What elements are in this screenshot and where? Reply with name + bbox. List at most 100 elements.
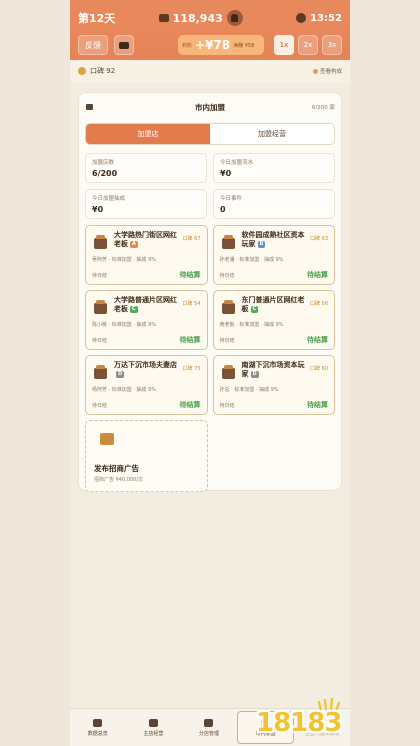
app-screen: 第12天 118,943 13:52 反馈 到账 +¥78 净赚 ¥58 1x … — [70, 0, 350, 746]
money-display: 118,943 — [158, 10, 243, 26]
store-grade-badge: A — [130, 241, 138, 248]
store-owner-info: 陈小敏 · 标准加盟 · 抽成 9% — [92, 322, 157, 328]
store-owner-info: 孙总 · 标准加盟 · 抽成 9% — [219, 387, 279, 393]
game-clock: 13:52 — [296, 13, 342, 24]
nav-label: 主店经营 — [143, 730, 164, 737]
franchise-store-grid: 大学路热门街区网红老板 A 口碑 67 吴阿芳 · 标准加盟 · 抽成 9% 待日… — [85, 225, 335, 492]
nav-label: 分店管理 — [198, 730, 219, 737]
tab-franchise-stores[interactable]: 加盟店 — [86, 124, 210, 144]
store-settle-status: 待结算 — [307, 401, 328, 409]
franchise-panel: 市内加盟 6/200 家 加盟店 加盟经营 加盟店数 6/200 今日加盟流水 … — [78, 92, 342, 492]
store-name: 大学路热门街区网红老板 A — [114, 231, 177, 248]
nav-item-branch[interactable]: 分店管理 — [181, 709, 237, 746]
store-reputation: 口碑 63 — [310, 236, 328, 242]
stat-label: 今日加盟抽成 — [92, 196, 126, 202]
income-net: 净赚 ¥58 — [233, 42, 255, 49]
store-name: 南湖下沉市场资本玩家 D — [241, 361, 305, 378]
reputation-icon — [78, 67, 86, 75]
stat-store-count: 加盟店数 6/200 — [85, 153, 207, 183]
speed-3x-button[interactable]: 3x — [322, 35, 342, 55]
shop-icon — [86, 104, 93, 110]
store-name: 软件园成熟社区资本玩家 B — [241, 231, 305, 248]
franchise-store-card[interactable]: 万达下沉市场夫妻店D 口碑 75 杨阿芳 · 标准加盟 · 抽成 9% 待日结 … — [85, 355, 208, 415]
delivery-button[interactable] — [114, 35, 134, 55]
view-composition-link[interactable]: 查看构成 — [312, 67, 342, 75]
nav-item-overview[interactable]: 数据总览 — [70, 709, 126, 746]
reputation-bar: 口碑 92 查看构成 — [70, 60, 350, 82]
stat-label: 加盟店数 — [92, 160, 115, 166]
store-name: 万达下沉市场夫妻店D — [114, 361, 177, 378]
store-pending-status: 待日结 — [92, 338, 108, 344]
panel-count: 6/200 家 — [311, 105, 335, 111]
store-pending-status: 待日结 — [219, 338, 235, 344]
store-grade-badge: D — [116, 371, 125, 378]
stat-today-revenue: 今日加盟流水 ¥0 — [213, 153, 335, 183]
money-value: 118,943 — [172, 11, 223, 25]
speed-2x-button[interactable]: 2x — [298, 35, 318, 55]
franchise-store-card[interactable]: 软件园成熟社区资本玩家 B 口碑 63 孙老潘 · 标准加盟 · 抽成 9% 待日… — [212, 225, 335, 285]
panel-title: 市内加盟 — [195, 102, 225, 112]
income-value: +¥78 — [195, 38, 231, 52]
store-grade-badge: C — [130, 306, 138, 313]
store-reputation: 口碑 54 — [182, 301, 201, 307]
store-name: 东门普通片区网红老板 C — [241, 296, 305, 313]
franchise-store-card[interactable]: 南湖下沉市场资本玩家 D 口碑 60 孙总 · 标准加盟 · 抽成 9% 待日结 … — [212, 355, 335, 415]
speed-1x-button[interactable]: 1x — [274, 35, 294, 55]
stat-label: 今日加盟流水 — [220, 160, 254, 166]
megaphone-icon — [100, 433, 114, 445]
stat-value: 0 — [220, 205, 226, 214]
store-reputation: 口碑 67 — [182, 236, 201, 242]
nav-label: 数据总览 — [87, 730, 108, 737]
store-settle-status: 待结算 — [179, 401, 201, 409]
chart-icon — [93, 718, 103, 727]
view-composition-label: 查看构成 — [319, 69, 342, 75]
publish-ad-card[interactable]: 发布招商广告 招商广告 ¥40,000/次 — [85, 420, 208, 492]
income-banner: 到账 +¥78 净赚 ¥58 — [178, 35, 264, 55]
stat-value: ¥0 — [220, 169, 232, 178]
store-owner-info: 吴阿芳 · 标准加盟 · 抽成 9% — [92, 257, 157, 263]
store-reputation: 口碑 56 — [310, 301, 328, 307]
franchise-store-card[interactable]: 大学路普通片区网红老板 C 口碑 54 陈小敏 · 标准加盟 · 抽成 9% 待日… — [85, 290, 208, 350]
store-owner-info: 孙老潘 · 标准加盟 · 抽成 9% — [219, 257, 284, 263]
store-pending-status: 待日结 — [92, 273, 108, 279]
store-settle-status: 待结算 — [179, 336, 201, 344]
store-reputation: 口碑 60 — [310, 366, 328, 372]
store-icon — [221, 235, 235, 249]
store-settle-status: 待结算 — [307, 271, 328, 279]
franchise-store-card[interactable]: 大学路热门街区网红老板 A 口碑 67 吴阿芳 · 标准加盟 · 抽成 9% 待日… — [85, 225, 208, 285]
wallet-icon — [158, 14, 169, 22]
site-watermark: 18183 — [252, 698, 344, 742]
store-icon — [94, 365, 107, 379]
stat-value: 6/200 — [92, 169, 118, 178]
store-icon — [221, 300, 235, 314]
store-grade-badge: D — [250, 371, 259, 378]
panel-header: 市内加盟 6/200 家 — [85, 99, 335, 115]
store-pending-status: 待日结 — [92, 403, 108, 409]
info-dot-icon — [312, 68, 318, 74]
store-settle-status: 待结算 — [179, 271, 201, 279]
top-header: 第12天 118,943 13:52 反馈 到账 +¥78 净赚 ¥58 1x … — [70, 0, 350, 60]
tab-franchise-operations[interactable]: 加盟经营 — [210, 124, 334, 144]
store-pending-status: 待日结 — [219, 273, 235, 279]
stat-value: ¥0 — [92, 205, 104, 214]
store-icon — [94, 300, 107, 314]
store-grade-badge: C — [250, 306, 259, 313]
watermark-text: 18183 — [256, 708, 342, 738]
nav-item-main-store[interactable]: 主店经营 — [126, 709, 182, 746]
bag-icon[interactable] — [226, 10, 243, 26]
time-value: 13:52 — [310, 12, 342, 24]
panel-tabs: 加盟店 加盟经营 — [85, 123, 335, 145]
store-grade-badge: B — [257, 241, 266, 248]
store-owner-info: 黄老板 · 标准加盟 · 抽成 9% — [219, 322, 284, 328]
income-prefix: 到账 — [182, 42, 193, 49]
day-counter: 第12天 — [78, 12, 116, 25]
store-icon — [148, 718, 158, 727]
stat-today-commission: 今日加盟抽成 ¥0 — [85, 189, 207, 219]
franchise-store-card[interactable]: 东门普通片区网红老板 C 口碑 56 黄老板 · 标准加盟 · 抽成 9% 待日结… — [212, 290, 335, 350]
speed-controls: 1x 2x 3x — [274, 35, 342, 55]
store-icon — [221, 365, 235, 379]
publish-ad-cost: 招商广告 ¥40,000/次 — [94, 477, 143, 483]
stat-label: 今日事件 — [220, 196, 243, 202]
branch-icon — [204, 718, 214, 727]
feedback-button[interactable]: 反馈 — [78, 35, 108, 55]
